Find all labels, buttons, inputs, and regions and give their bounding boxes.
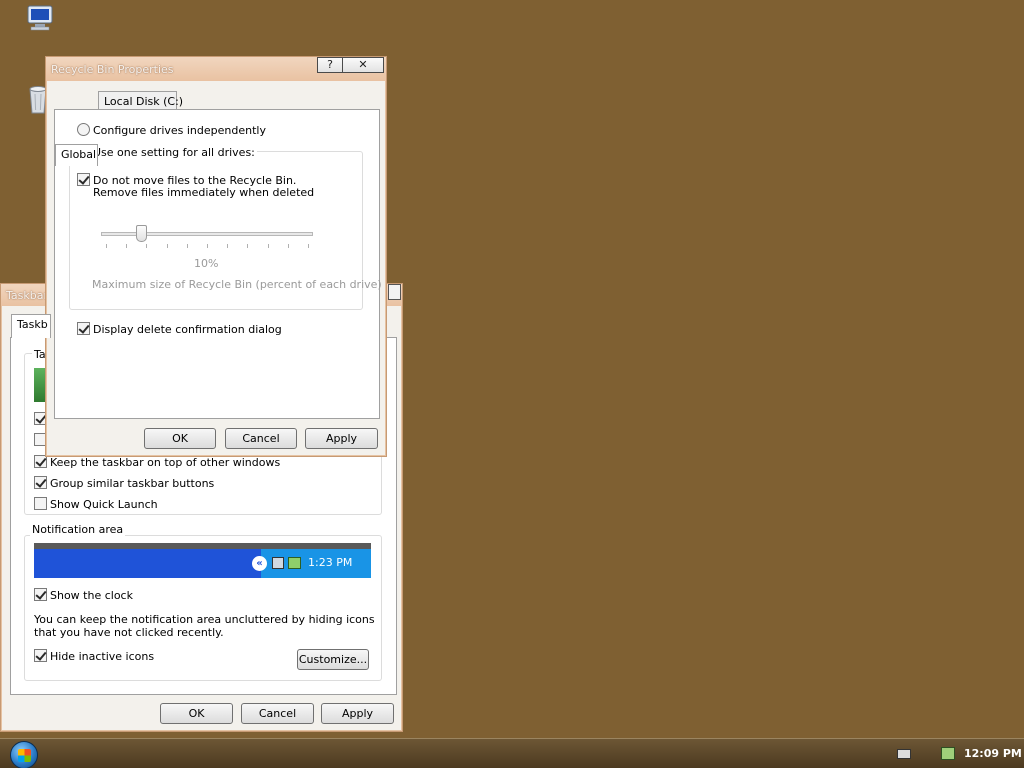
- option-keep-on-top[interactable]: Keep the taskbar on top of other windows: [34, 455, 280, 469]
- close-button[interactable]: ✕: [342, 57, 384, 73]
- group-buttons-label: Group similar taskbar buttons: [50, 477, 215, 490]
- notification-preview: « 1:23 PM: [34, 543, 371, 578]
- quick-launch-label: Show Quick Launch: [50, 498, 158, 511]
- configure-independently-radio[interactable]: [77, 123, 90, 136]
- slider-tick: [186, 244, 188, 248]
- slider-track: [101, 232, 313, 236]
- option-hide-inactive[interactable]: Hide inactive icons: [34, 649, 154, 663]
- slider-thumb[interactable]: [136, 225, 148, 242]
- slider-tick: [146, 244, 148, 248]
- preview-time: 1:23 PM: [308, 556, 353, 569]
- do-not-move-sublabel: Remove files immediately when deleted: [93, 186, 315, 199]
- safely-remove-icon: [288, 557, 301, 569]
- customize-button[interactable]: Customize...: [297, 649, 369, 670]
- group-buttons-checkbox[interactable]: [34, 476, 47, 489]
- taskbar: 12:09 PM: [0, 738, 1024, 768]
- slider-tick: [207, 244, 208, 248]
- max-size-label: Maximum size of Recycle Bin (percent of …: [92, 278, 382, 291]
- configure-independently-label: Configure drives independently: [93, 124, 266, 137]
- option-quick-launch[interactable]: Show Quick Launch: [34, 497, 158, 511]
- keyboard-icon[interactable]: [897, 749, 911, 759]
- slider-tick: [126, 244, 128, 248]
- display-confirm-checkbox[interactable]: [77, 322, 90, 335]
- taskbar-properties-close-button[interactable]: [388, 284, 401, 300]
- recycle-cancel-button[interactable]: Cancel: [225, 428, 297, 449]
- taskbar-apply-button[interactable]: Apply: [321, 703, 394, 724]
- option-use-one-setting[interactable]: Use one setting for all drives:: [77, 145, 257, 159]
- tab-local-disk-label: Local Disk (C:): [104, 95, 184, 108]
- network-icon: [272, 557, 284, 569]
- slider-ticks: [101, 244, 313, 248]
- tab-global[interactable]: Global: [55, 144, 98, 166]
- slider-tick: [106, 244, 107, 248]
- slider-tick: [287, 244, 289, 248]
- hide-inactive-label: Hide inactive icons: [50, 650, 155, 663]
- notification-area-title: Notification area: [30, 523, 126, 536]
- tab-local-disk[interactable]: Local Disk (C:): [98, 91, 183, 111]
- start-button[interactable]: [10, 741, 38, 768]
- recycle-bin-properties-window: Recycle Bin Properties ? ✕ Global Local …: [45, 56, 387, 457]
- recycle-ok-button[interactable]: OK: [144, 428, 216, 449]
- tab-taskbar[interactable]: Taskb: [11, 314, 51, 338]
- computer-icon[interactable]: [25, 4, 55, 35]
- window-title: Taskbar: [6, 289, 48, 302]
- slider-tick: [308, 244, 309, 248]
- slider-tick: [247, 244, 249, 248]
- windows-logo-icon: [18, 749, 31, 762]
- display-confirm-label: Display delete confirmation dialog: [93, 323, 282, 336]
- do-not-move-checkbox[interactable]: [77, 173, 90, 186]
- show-clock-checkbox[interactable]: [34, 588, 47, 601]
- taskbar-cancel-button[interactable]: Cancel: [241, 703, 314, 724]
- recycle-apply-button[interactable]: Apply: [305, 428, 378, 449]
- hide-inactive-checkbox[interactable]: [34, 649, 47, 662]
- help-button[interactable]: ?: [317, 57, 343, 73]
- tab-taskbar-label: Taskb: [17, 318, 48, 331]
- percent-label: 10%: [194, 257, 219, 270]
- option-do-not-move[interactable]: Do not move files to the Recycle Bin.: [77, 173, 296, 187]
- chevron-left-icon: «: [252, 556, 267, 571]
- slider-tick: [166, 244, 168, 248]
- taskbar-clock[interactable]: 12:09 PM: [964, 747, 1022, 760]
- slider-tick: [267, 244, 269, 248]
- option-show-clock[interactable]: Show the clock: [34, 588, 133, 602]
- option-display-confirm[interactable]: Display delete confirmation dialog: [77, 322, 282, 336]
- keep-on-top-label: Keep the taskbar on top of other windows: [50, 456, 281, 469]
- tab-global-label: Global: [61, 148, 97, 161]
- use-one-setting-label: Use one setting for all drives:: [93, 146, 255, 159]
- notification-info-text: You can keep the notification area unclu…: [34, 613, 375, 639]
- question-icon: ?: [327, 58, 333, 71]
- close-icon: ✕: [358, 58, 368, 71]
- slider-tick: [227, 244, 229, 248]
- taskbar-ok-button[interactable]: OK: [160, 703, 233, 724]
- window-title: Recycle Bin Properties: [51, 63, 174, 76]
- show-clock-label: Show the clock: [50, 589, 133, 602]
- max-size-slider[interactable]: [101, 225, 313, 248]
- network-tray-icon[interactable]: [941, 747, 955, 760]
- option-configure-independently[interactable]: Configure drives independently: [77, 123, 266, 137]
- option-group-buttons[interactable]: Group similar taskbar buttons: [34, 476, 214, 490]
- quick-launch-checkbox[interactable]: [34, 497, 47, 510]
